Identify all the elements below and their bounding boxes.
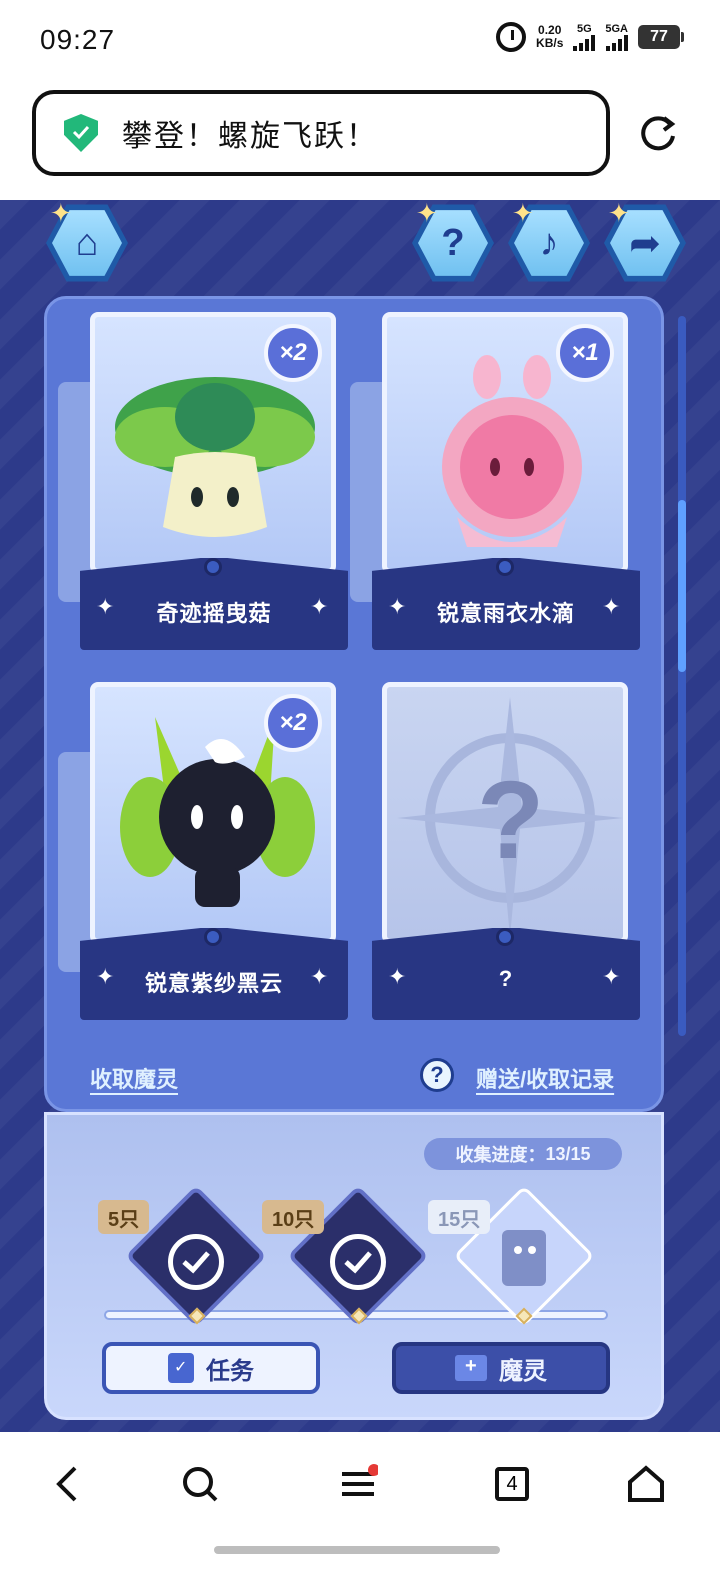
spirit-card[interactable]: ×2 ✦ ✦ 奇迹摇曳菇 — [58, 312, 348, 650]
progress-value: 13/15 — [545, 1143, 591, 1164]
search-button[interactable] — [176, 1460, 224, 1508]
gift-bag-icon — [502, 1230, 546, 1286]
task-doc-icon — [168, 1353, 194, 1383]
spirit-card[interactable]: ×1 ✦ ✦ 锐意雨衣水滴 — [350, 312, 640, 650]
count-badge: ×1 — [556, 324, 614, 382]
gesture-bar — [214, 1546, 500, 1554]
tabs-button[interactable]: 4 — [488, 1460, 536, 1508]
question-mark-icon: ? — [477, 759, 545, 882]
milestone-tag: 5只 — [98, 1200, 150, 1234]
scrollbar-thumb[interactable] — [678, 500, 686, 672]
reload-icon[interactable] — [636, 112, 680, 156]
task-button[interactable]: 任务 — [102, 1342, 320, 1394]
address-bar[interactable]: 攀登！螺旋飞跃！ — [32, 90, 610, 176]
home-button[interactable]: ⌂ ✦ — [46, 198, 128, 284]
menu-button[interactable] — [334, 1460, 382, 1508]
page-title: 攀登！螺旋飞跃！ — [122, 120, 378, 153]
help-button[interactable]: ? ✦ — [412, 198, 494, 284]
check-icon — [330, 1234, 386, 1290]
locked-spirit-card[interactable]: ? ✦ ✦ ? — [372, 682, 640, 1020]
collect-spirit-link[interactable]: 收取魔灵 — [90, 1062, 178, 1094]
count-badge: ×2 — [264, 694, 322, 752]
card-name: 奇迹摇曳菇 — [156, 601, 272, 626]
milestone-tag: 15只 — [428, 1200, 491, 1234]
card-name: ? — [498, 966, 514, 991]
milestone-tag: 10只 — [262, 1200, 325, 1234]
status-bar: 09:27 0.20 KB/s 5G 5GA 77 — [0, 0, 720, 80]
music-button[interactable]: ♪ ✦ — [508, 198, 590, 284]
back-button[interactable] — [44, 1460, 92, 1508]
clock: 09:27 — [40, 24, 116, 55]
signal-5g-icon: 5G — [573, 23, 596, 51]
count-badge: ×2 — [264, 324, 322, 382]
check-icon — [168, 1234, 224, 1290]
alarm-icon — [496, 22, 527, 52]
card-art: ? — [382, 682, 628, 944]
network-speed: 0.20 KB/s — [536, 23, 564, 50]
progress-label: 收集进度： 13/15 — [424, 1138, 622, 1170]
help-circle-icon[interactable]: ? — [420, 1058, 454, 1092]
home-nav-button[interactable] — [622, 1460, 670, 1508]
secure-shield-icon — [64, 114, 98, 152]
spirit-card[interactable]: ×2 ✦ ✦ 锐意紫纱黑云 — [58, 682, 348, 1020]
folder-add-icon — [455, 1355, 487, 1381]
card-name: 锐意雨衣水滴 — [436, 601, 575, 626]
browser-bottom-nav — [0, 1432, 720, 1584]
scrollbar-track[interactable] — [678, 316, 686, 1036]
gift-history-link[interactable]: 赠送/收取记录 — [476, 1062, 614, 1094]
share-button[interactable]: ➦ ✦ — [604, 198, 686, 284]
spirit-button[interactable]: 魔灵 — [392, 1342, 610, 1394]
signal-5ga-icon: 5GA — [605, 23, 628, 51]
battery-icon: 77 — [638, 25, 684, 49]
card-name: 锐意紫纱黑云 — [144, 971, 283, 996]
